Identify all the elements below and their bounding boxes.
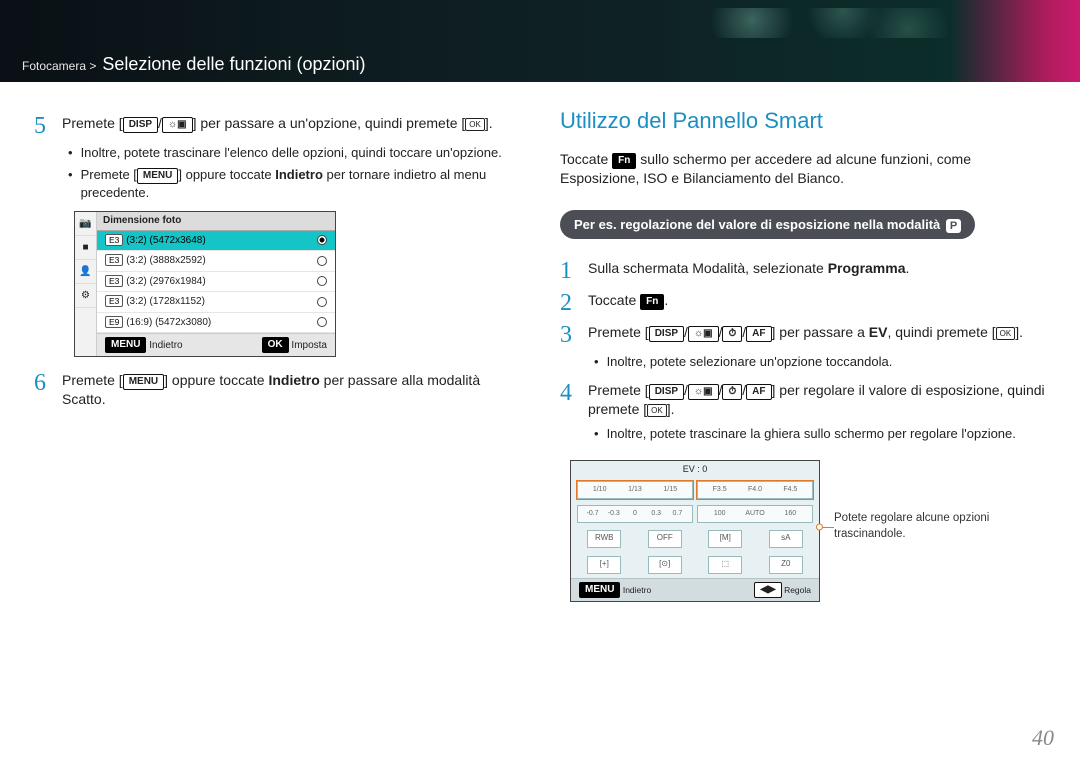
- menu-button-label: MENU: [137, 168, 178, 184]
- bullet: Inoltre, potete selezionare un'opzione t…: [594, 353, 1052, 371]
- af-point-button: [⊙]: [648, 556, 682, 574]
- step-6: 6 Premete [MENU] oppure toccate Indietro…: [34, 371, 526, 409]
- disp-button-label: DISP: [649, 384, 684, 400]
- example-callout: Per es. regolazione del valore di esposi…: [560, 210, 975, 240]
- exposure-icon: ☼▣: [688, 326, 719, 342]
- flash-button: Z0: [769, 556, 803, 574]
- menu-button-label: MENU: [123, 374, 164, 390]
- step-5: 5 Premete [DISP/☼▣] per passare a un'opz…: [34, 114, 526, 138]
- fn-button-label: Fn: [640, 294, 664, 310]
- step-number: 1: [560, 259, 578, 283]
- radio-off-icon: [317, 276, 327, 286]
- bullet: Inoltre, potete trascinare la ghiera sul…: [594, 425, 1052, 443]
- list-item: E3 (3:2) (3888x2592): [97, 251, 335, 272]
- step-number: 6: [34, 371, 52, 409]
- ok-button-label: OK: [996, 327, 1016, 340]
- exposure-icon: ☼▣: [688, 384, 719, 400]
- af-area-button: [+]: [587, 556, 621, 574]
- radio-off-icon: [317, 297, 327, 307]
- intro-paragraph: Toccate Fn sullo schermo per accedere ad…: [560, 150, 1052, 188]
- af-button-label: AF: [746, 384, 771, 400]
- photo-size-menu: 📷 ■ 👤 ⚙ Dimensione foto E3 (3:2) (5472x3…: [74, 211, 336, 357]
- disp-button-label: DISP: [649, 326, 684, 342]
- iso-scale: 100AUTO160: [697, 505, 813, 523]
- ev-title: EV : 0: [571, 461, 819, 477]
- decorative-header: [0, 0, 1080, 48]
- radio-off-icon: [317, 256, 327, 266]
- list-item: E3 (3:2) (5472x3648): [97, 231, 335, 252]
- left-column: 5 Premete [DISP/☼▣] per passare a un'opz…: [34, 106, 526, 602]
- ev-scale: -0.7-0.300.30.7: [577, 505, 693, 523]
- list-item: E9 (16:9) (5472x3080): [97, 313, 335, 334]
- menu-list: Dimensione foto E3 (3:2) (5472x3648) E3 …: [97, 212, 335, 356]
- shutter-scale: 1/101/131/15: [577, 481, 693, 499]
- bullet: Inoltre, potete trascinare l'elenco dell…: [68, 144, 526, 162]
- page-number: 40: [1032, 725, 1054, 751]
- step-5-text: Premete [DISP/☼▣] per passare a un'opzio…: [62, 114, 493, 138]
- section-title: Utilizzo del Pannello Smart: [560, 106, 1052, 136]
- off-button: OFF: [648, 530, 682, 548]
- fn-button-label: Fn: [612, 153, 636, 169]
- step-4-bullets: Inoltre, potete trascinare la ghiera sul…: [594, 425, 1052, 443]
- step-number: 4: [560, 381, 578, 419]
- step-2: 2 Toccate Fn.: [560, 291, 1052, 315]
- ev-caption: Potete regolare alcune opzioni trascinan…: [834, 511, 1014, 542]
- menu-side-tabs: 📷 ■ 👤 ⚙: [75, 212, 97, 356]
- step-number: 5: [34, 114, 52, 138]
- ok-button-label: OK: [262, 337, 289, 353]
- tab-video-icon: ■: [75, 236, 96, 260]
- af-button-label: AF: [746, 326, 771, 342]
- menu-button-label: MENU: [579, 582, 620, 598]
- wb-button: RWB: [587, 530, 621, 548]
- aperture-scale: F3.5F4.0F4.5: [697, 481, 813, 499]
- menu-header: Dimensione foto: [97, 212, 335, 231]
- tab-camera-icon: 📷: [75, 212, 96, 236]
- step-number: 3: [560, 323, 578, 347]
- step-3: 3 Premete [DISP/☼▣/⏱/AF] per passare a E…: [560, 323, 1052, 347]
- breadcrumb-parent: Fotocamera >: [22, 59, 96, 73]
- ev-panel-wrap: EV : 0 1/101/131/15 F3.5F4.0F4.5 -0.7-0.…: [570, 452, 1052, 601]
- tab-user-icon: 👤: [75, 260, 96, 284]
- menu-button-label: MENU: [105, 337, 146, 353]
- ok-button-label: OK: [465, 118, 485, 131]
- tab-settings-icon: ⚙: [75, 284, 96, 308]
- step-1: 1 Sulla schermata Modalità, selezionate …: [560, 259, 1052, 283]
- drive-button: ⬚: [708, 556, 742, 574]
- radio-on-icon: [317, 235, 327, 245]
- timer-icon: ⏱: [722, 384, 742, 400]
- step-number: 2: [560, 291, 578, 315]
- nav-button-label: ◀▶: [754, 582, 781, 598]
- exposure-icon: ☼▣: [162, 117, 193, 133]
- right-column: Utilizzo del Pannello Smart Toccate Fn s…: [560, 106, 1052, 602]
- step-4: 4 Premete [DISP/☼▣/⏱/AF] per regolare il…: [560, 381, 1052, 419]
- bullet: Premete [MENU] oppure toccate Indietro p…: [68, 166, 526, 202]
- ev-footer: MENU Indietro ◀▶ Regola: [571, 578, 819, 601]
- disp-button-label: DISP: [123, 117, 158, 133]
- breadcrumb: Fotocamera > Selezione delle funzioni (o…: [0, 48, 1080, 82]
- radio-off-icon: [317, 317, 327, 327]
- list-item: E3 (3:2) (1728x1152): [97, 292, 335, 313]
- step-6-text: Premete [MENU] oppure toccate Indietro p…: [62, 371, 526, 409]
- list-item: E3 (3:2) (2976x1984): [97, 272, 335, 293]
- timer-icon: ⏱: [722, 326, 742, 342]
- ev-buttons-row-2: [+] [⊙] ⬚ Z0: [571, 552, 819, 578]
- ev-buttons-row-1: RWB OFF [M] sA: [571, 526, 819, 552]
- page-body: 5 Premete [DISP/☼▣] per passare a un'opz…: [0, 82, 1080, 612]
- color-button: sA: [769, 530, 803, 548]
- step-3-bullets: Inoltre, potete selezionare un'opzione t…: [594, 353, 1052, 371]
- breadcrumb-title: Selezione delle funzioni (opzioni): [102, 54, 365, 75]
- metering-button: [M]: [708, 530, 742, 548]
- menu-footer: MENU Indietro OK Imposta: [97, 333, 335, 356]
- step-5-bullets: Inoltre, potete trascinare l'elenco dell…: [68, 144, 526, 201]
- mode-p-icon: P: [946, 219, 961, 234]
- ev-panel: EV : 0 1/101/131/15 F3.5F4.0F4.5 -0.7-0.…: [570, 460, 820, 601]
- ok-button-label: OK: [647, 404, 667, 417]
